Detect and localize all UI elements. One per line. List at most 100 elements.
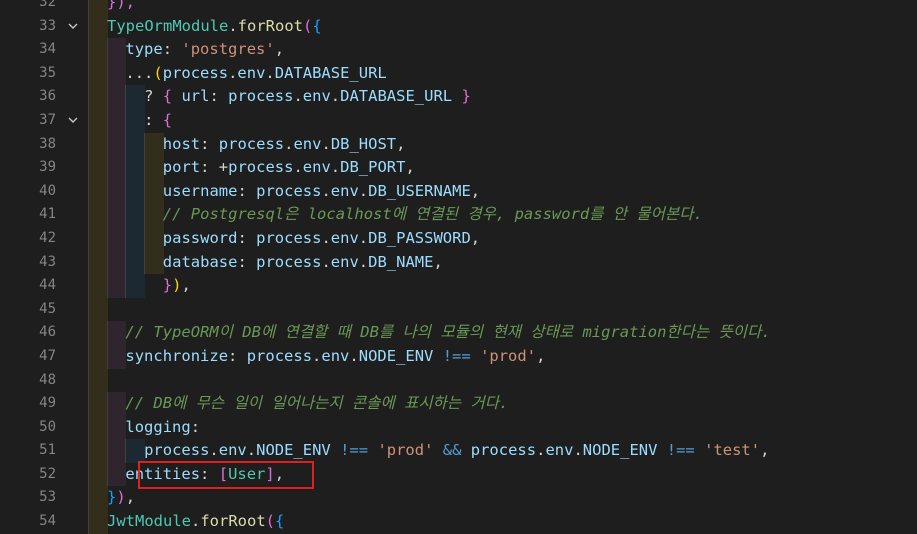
code-line[interactable]: 45 [0,297,917,322]
code-text[interactable]: // Postgresql은 localhost에 연결된 경우, passwo… [163,203,703,227]
code-token: TypeORM이 DB에 연결할 때 DB를 나의 모듈의 현재 상태로 mig… [153,323,771,342]
code-line[interactable]: 41 // Postgresql은 localhost에 연결된 경우, pass… [0,203,917,227]
line-number: 35 [39,64,56,81]
code-text[interactable]: }), [107,0,135,15]
code-line[interactable]: 53}), [0,486,917,511]
code-token: process [256,181,322,200]
code-text[interactable]: type: 'postgres', [125,38,284,62]
code-text[interactable]: synchronize: process.env.NODE_ENV !== 'p… [125,345,545,369]
code-token: username [162,181,238,200]
code-text[interactable]: TypeOrmModule.forRoot({ [107,15,322,39]
code-text[interactable]: // DB에 무슨 일이 일어나는지 콘솔에 표시하는 거다. [125,392,508,416]
code-text[interactable]: // TypeORM이 DB에 연결할 때 DB를 나의 모듈의 현재 상태로 … [125,321,770,345]
code-text[interactable]: JwtModule.forRoot({ [107,510,284,534]
code-text[interactable]: port: +process.env.DB_PORT, [163,156,415,180]
code-line[interactable]: 39 port: +process.env.DB_PORT, [0,156,917,180]
line-number: 33 [39,17,56,34]
code-token: process [144,441,210,460]
code-editor[interactable]: 32}), 33 TypeOrmModule.forRoot({ 34 type: 'p… [0,0,917,534]
code-line[interactable]: 34 type: 'postgres', [0,38,917,62]
code-token: process [228,158,294,177]
code-token: . [191,512,201,531]
code-token: env [302,87,331,106]
code-token: process [162,63,229,82]
code-token: }), [107,0,135,11]
code-token: ... [125,63,154,82]
code-line[interactable]: 49 // DB에 무슨 일이 일어나는지 콘솔에 표시하는 거다. [0,392,917,416]
code-token: { [275,512,285,531]
code-line[interactable]: 47 synchronize: process.env.NODE_ENV !== … [0,344,917,369]
code-text[interactable]: logging: [125,416,200,440]
code-line[interactable]: 40 username: process.env.DB_USERNAME, [0,179,917,204]
chevron-down-icon[interactable] [66,109,80,133]
code-token: 'test' [704,441,761,460]
entities-highlight-box [138,461,314,489]
code-token: . [293,87,303,106]
line-number: 39 [39,159,56,176]
code-text[interactable]: }), [144,274,191,298]
code-token: . [321,252,331,271]
code-line[interactable]: 32}), [0,0,917,15]
code-token: . [228,63,238,82]
line-number: 34 [39,41,56,58]
chevron-down-icon[interactable] [66,15,80,39]
code-text[interactable]: host: process.env.DB_HOST, [163,133,406,157]
line-number: 38 [39,135,56,152]
code-token: 'postgres' [181,40,275,59]
code-text[interactable]: ...(process.env.DATABASE_URL [125,62,386,86]
code-line[interactable]: 51 process.env.NODE_ENV !== 'prod' && pro… [0,439,917,463]
line-number: 45 [39,300,56,317]
code-token: env [293,134,322,153]
code-text[interactable]: }), [107,486,135,510]
code-line[interactable]: 46 // TypeORM이 DB에 연결할 때 DB를 나의 모듈의 현재 상태… [0,321,917,345]
code-text[interactable]: password: process.env.DB_PASSWORD, [163,227,480,251]
line-number: 32 [39,0,56,10]
line-number: 36 [39,88,56,105]
code-line[interactable]: 43 database: process.env.DB_NAME, [0,250,917,275]
code-token: : [228,346,247,365]
code-token: 'prod' [480,346,537,365]
code-text[interactable]: username: process.env.DB_USERNAME, [163,180,480,204]
code-token: : [237,252,257,271]
code-token: } [107,488,117,507]
code-token: forRoot [237,16,303,35]
code-token: forRoot [200,512,266,531]
code-token: !== [433,346,481,365]
code-token: DB_PASSWORD [368,228,471,247]
code-text[interactable]: process.env.NODE_ENV !== 'prod' && proce… [144,439,769,463]
code-token: DB_USERNAME [368,181,471,200]
code-token: Postgresql은 localhost에 연결된 경우, password를… [190,205,703,224]
code-token: : + [200,158,229,177]
code-token: , [760,441,770,460]
code-token: . [349,346,359,365]
code-line[interactable]: 33 TypeOrmModule.forRoot({ [0,14,917,39]
line-number: 48 [39,371,56,388]
code-line[interactable]: 37: { [0,108,917,133]
code-token: env [237,63,266,82]
code-token: && [433,441,471,460]
code-line[interactable]: 35 ...(process.env.DATABASE_URL [0,61,917,86]
code-text[interactable]: : { [144,109,172,133]
code-token: NODE_ENV [582,441,658,460]
code-line[interactable]: 54 JwtModule.forRoot({ [0,510,917,534]
code-token: , [181,276,191,295]
code-token: env [321,346,350,365]
code-token: : [209,87,229,106]
code-token: 'prod' [377,441,434,460]
code-token: NODE_ENV [256,441,331,460]
code-line[interactable]: 48 [0,368,917,393]
code-text[interactable]: database: process.env.DB_NAME, [163,251,443,275]
code-token: , [433,252,443,271]
line-number: 52 [39,465,56,482]
code-line[interactable]: 38 host: process.env.DB_HOST, [0,132,917,157]
code-token: . [312,346,322,365]
code-line[interactable]: 36 ? { url: process.env.DATABASE_URL } [0,85,917,109]
code-line[interactable]: 44 }), [0,274,917,298]
code-line[interactable]: 42 password: process.env.DB_PASSWORD, [0,226,917,251]
code-token: logging [125,417,191,436]
code-token: : [162,40,182,59]
code-line[interactable]: 50 logging: [0,415,917,440]
code-text[interactable]: ? { url: process.env.DATABASE_URL } [144,85,471,109]
code-token: // [125,323,154,342]
code-token: DB_HOST [330,134,397,153]
